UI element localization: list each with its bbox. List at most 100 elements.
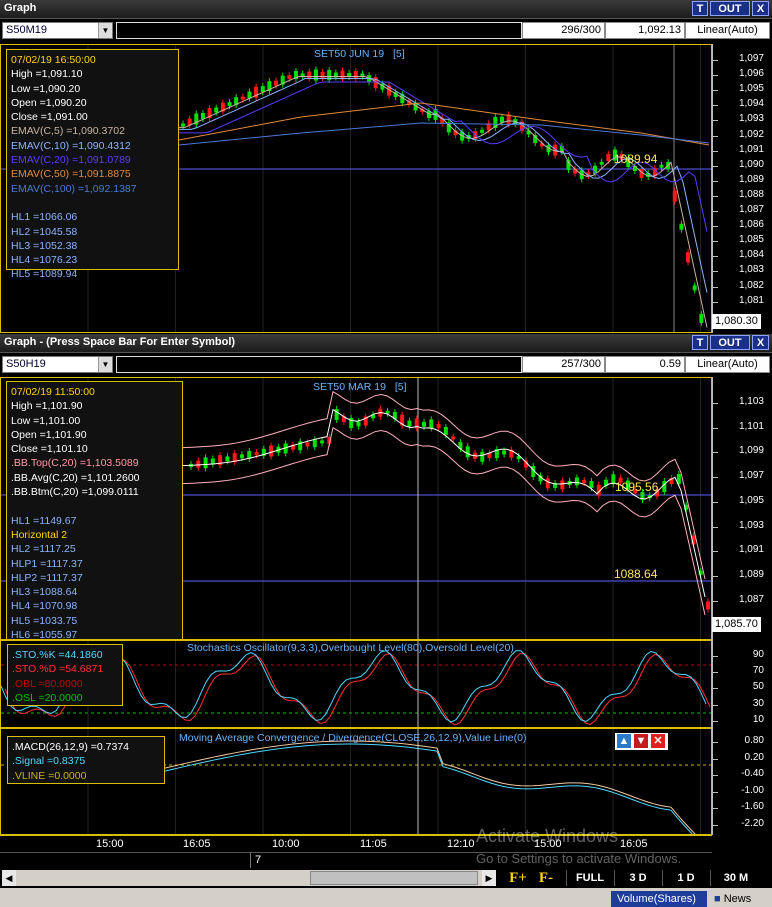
- axis-tick: [713, 60, 718, 61]
- top-legend-item: EMAV(C,10) =1,090.4312: [11, 139, 131, 152]
- time-tick-label: 15:00: [96, 838, 124, 850]
- top-last-price: 1,080.30: [712, 314, 761, 329]
- axis-tick-label: 1,085: [738, 234, 764, 246]
- macd-panel[interactable]: Moving Average Convergence / Divergence(…: [0, 728, 712, 835]
- axis-tick: [713, 135, 718, 137]
- bottom-symbol-select[interactable]: S50H19 ▼: [2, 356, 113, 373]
- news-icon: ■: [714, 893, 721, 905]
- bottom-candle: [436, 424, 441, 429]
- font-increase-button[interactable]: F+: [505, 870, 531, 886]
- panel-tool-buttons: ▲ ▼ ✕: [615, 733, 668, 750]
- time-tick-label: 10:00: [272, 838, 300, 850]
- axis-tick-label: 1,089: [738, 173, 764, 185]
- axis-tick: [713, 165, 718, 167]
- bottom-legend-item: .BB.Btm(C,20) =1,099.0111: [11, 486, 139, 499]
- bottom-input-field[interactable]: [116, 356, 522, 373]
- top-legend-item: Close =1,091.00: [11, 111, 88, 124]
- top-out-button[interactable]: OUT: [710, 1, 750, 16]
- stochastics-axis: 90 70 50 30 10: [712, 640, 772, 728]
- bottom-legend-item: HL1 =1149.67: [11, 514, 77, 527]
- axis-tick-label: 1,088: [738, 188, 764, 200]
- top-window-title: Graph: [4, 2, 37, 14]
- top-candle: [699, 313, 704, 323]
- axis-tick-label: 1,101: [738, 420, 764, 432]
- top-candle: [659, 164, 664, 168]
- axis-tick: [713, 271, 718, 273]
- move-up-icon[interactable]: ▲: [617, 734, 631, 748]
- axis-tick-label: 90: [752, 649, 764, 660]
- axis-tick-label: 1,087: [738, 204, 764, 215]
- range-1d-button[interactable]: 1 D: [662, 870, 709, 886]
- axis-tick-label: 1,097: [738, 470, 764, 482]
- remove-panel-icon[interactable]: ✕: [651, 734, 665, 748]
- top-candle: [672, 190, 677, 202]
- top-chart-legend: 07/02/19 16:50:00 High =1,091.10 Low =1,09…: [6, 49, 179, 280]
- axis-tick: [713, 226, 718, 228]
- top-scale-select[interactable]: Linear(Auto): [685, 22, 770, 39]
- bottom-candle: [502, 450, 507, 455]
- bottom-close-button[interactable]: X: [752, 335, 769, 350]
- axis-tick: [713, 501, 718, 503]
- top-candle: [260, 86, 265, 93]
- bottom-chart-title: SET50 MAR 19 [5]: [313, 381, 407, 393]
- axis-tick: [713, 526, 718, 528]
- chevron-down-icon[interactable]: ▼: [98, 357, 112, 372]
- scroll-right-icon[interactable]: ▶: [482, 870, 496, 886]
- bottom-out-button[interactable]: OUT: [710, 335, 750, 350]
- volume-tab[interactable]: Volume(Shares): [611, 891, 707, 907]
- range-3d-button[interactable]: 3 D: [614, 870, 661, 886]
- bottom-toggle-button[interactable]: T: [692, 335, 708, 350]
- full-range-button[interactable]: FULL: [566, 870, 613, 886]
- bottom-legend-item: High =1,101.90: [11, 400, 83, 413]
- move-down-icon[interactable]: ▼: [634, 734, 648, 748]
- top-close-button[interactable]: X: [752, 1, 769, 16]
- bottom-legend-item: 07/02/19 11:50:00: [11, 386, 95, 398]
- font-decrease-button[interactable]: F-: [533, 870, 559, 886]
- top-candle: [679, 223, 684, 230]
- top-price: 1,092.13: [605, 22, 685, 39]
- ema-line: [179, 78, 708, 293]
- axis-tick-label: 1,090: [738, 158, 764, 170]
- top-chart-symbol: SET50 JUN 19: [314, 48, 385, 60]
- stochastics-panel[interactable]: Stochastics Oscillator(9,3,3),Overbought…: [0, 640, 712, 728]
- bottom-candle: [429, 419, 434, 429]
- axis-tick-label: 30: [752, 697, 764, 709]
- scrollbar-thumb[interactable]: [310, 871, 478, 885]
- macd-legend-item: .MACD(26,12,9) =0.7374: [12, 741, 130, 753]
- top-legend-item: EMAV(C,50) =1,091.8875: [11, 168, 131, 181]
- bottom-legend-item: Horizontal 2: [11, 528, 68, 541]
- bottom-candle: [269, 445, 274, 457]
- axis-tick-label: 1,092: [738, 128, 764, 140]
- axis-tick-label: 1,082: [738, 279, 764, 291]
- stochastics-legend-item: .STO.%K =44.1860: [12, 649, 103, 661]
- news-tab[interactable]: ■ News: [714, 891, 772, 907]
- top-candle: [227, 102, 232, 107]
- bottom-candle: [407, 420, 412, 427]
- bottom-legend-item: HL3 =1088.64: [11, 586, 78, 599]
- top-legend-item: 07/02/19 16:50:00: [11, 54, 96, 66]
- bottom-candle: [312, 439, 317, 448]
- top-price-chart[interactable]: SET50 JUN 19 [5] 07/02/19 16:50:00 High =…: [0, 44, 712, 333]
- axis-tick-label: 1,081: [738, 294, 764, 306]
- bottom-candle: [545, 478, 550, 489]
- scroll-left-icon[interactable]: ◀: [2, 870, 16, 886]
- bottom-window-title: Graph - (Press Space Bar For Enter Symbo…: [4, 336, 236, 348]
- bottom-scale-select[interactable]: Linear(Auto): [685, 356, 770, 373]
- range-30m-button[interactable]: 30 M: [710, 870, 761, 886]
- top-legend-item: HL5 =1089.94: [11, 268, 78, 281]
- top-candle: [599, 161, 604, 165]
- chevron-down-icon[interactable]: ▼: [98, 23, 112, 38]
- top-input-field[interactable]: [116, 22, 522, 39]
- horizontal-scrollbar[interactable]: ◀ ▶: [2, 870, 496, 886]
- bottom-candle: [254, 452, 259, 456]
- top-candle: [686, 252, 691, 263]
- axis-tick-label: 0.80: [744, 735, 764, 746]
- axis-tick-label: 1,095: [738, 83, 764, 95]
- status-bar: Volume(Shares) ■ News: [0, 888, 772, 907]
- top-legend-item: Open =1,090.20: [11, 96, 87, 109]
- top-symbol-select[interactable]: S50M19 ▼: [2, 22, 113, 39]
- top-toggle-button[interactable]: T: [692, 1, 708, 16]
- axis-tick-label: 1,086: [738, 219, 764, 231]
- bottom-price-chart[interactable]: SET50 MAR 19 [5] 07/02/19 11:50:00 High =…: [0, 377, 712, 655]
- bottom-candle: [465, 446, 470, 458]
